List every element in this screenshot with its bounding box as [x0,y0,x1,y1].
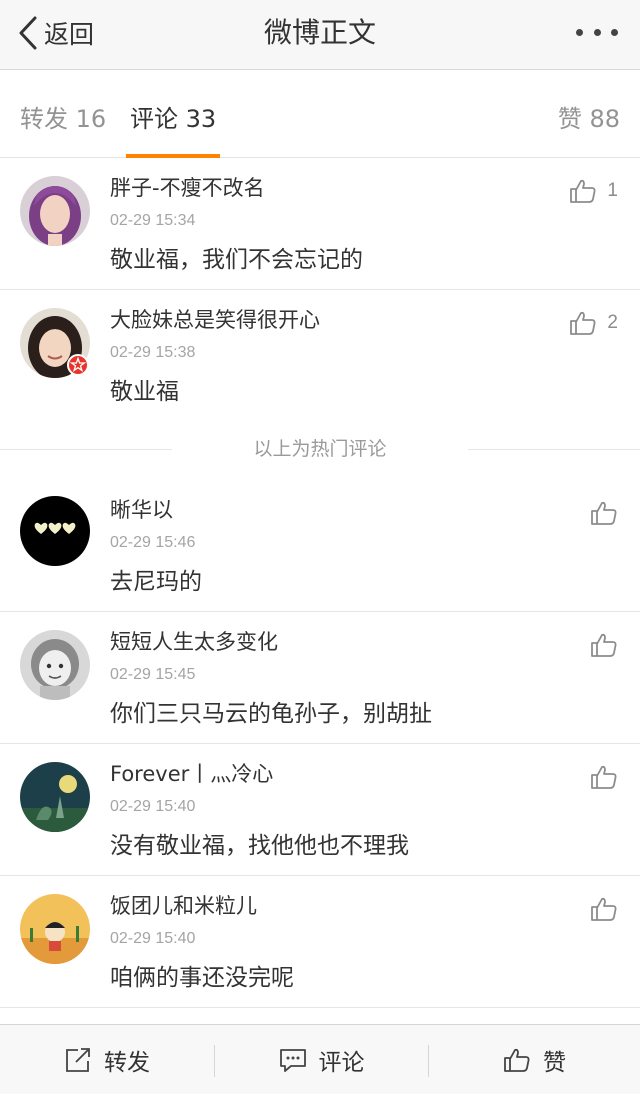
tab-comment[interactable]: 评论 33 [130,103,216,135]
comment-time: 02-29 15:34 [110,212,196,229]
tab-bar: 转发 16 评论 33 赞 88 [0,84,640,158]
comment-button[interactable]: 评论 [215,1025,428,1094]
verified-star-icon [67,354,89,376]
bottom-toolbar: 转发 评论 赞 [0,1024,640,1094]
thumbs-up-icon [591,501,617,525]
comment-item[interactable]: Forever丨灬冷心 02-29 15:40 没有敬业福，找他他也不理我 [0,744,640,876]
avatar[interactable] [20,762,90,832]
avatar[interactable] [20,894,90,964]
like-count: 2 [607,312,618,333]
hot-comments-label: 以上为热门评论 [253,438,387,460]
comment-text: 敬业福 [110,379,179,405]
repost-label: 转发 [104,1050,150,1076]
like-count: 1 [607,180,618,201]
thumbs-up-icon [570,311,596,335]
comment-like-button[interactable]: 1 [569,178,618,204]
top-navbar: 返回 微博正文 [0,0,640,70]
comment-username[interactable]: Forever丨灬冷心 [110,760,273,788]
comment-time: 02-29 15:45 [110,666,196,683]
comment-like-button[interactable] [590,632,618,658]
avatar[interactable] [20,630,90,700]
comment-like-button[interactable]: 2 [569,310,618,336]
comment-username[interactable]: 晰华以 [110,496,173,524]
thumbs-up-icon [591,897,617,921]
share-out-icon [66,1048,90,1072]
comment-item[interactable]: 胖子-不瘦不改名 02-29 15:34 敬业福，我们不会忘记的 1 [0,158,640,290]
thumbs-up-icon [591,765,617,789]
avatar[interactable] [20,496,90,566]
like-button[interactable]: 赞 [429,1025,640,1094]
page-title: 微博正文 [263,16,376,49]
comment-item[interactable]: 晰华以 02-29 15:46 去尼玛的 [0,478,640,612]
comment-like-button[interactable] [590,500,618,526]
thumbs-up-icon [591,633,617,657]
repost-button[interactable]: 转发 [0,1025,214,1094]
more-dots-icon [576,28,583,36]
comment-text: 咱俩的事还没完呢 [110,965,294,991]
avatar[interactable] [20,176,90,246]
comment-username[interactable]: 饭团儿和米粒儿 [110,892,257,920]
comment-item[interactable]: 饭团儿和米粒儿 02-29 15:40 咱俩的事还没完呢 [0,876,640,1008]
hot-comments-divider: 以上为热门评论 [0,430,640,468]
thumbs-up-icon [504,1048,530,1072]
comment-item[interactable]: 短短人生太多变化 02-29 15:45 你们三只马云的龟孙子，别胡扯 [0,612,640,744]
comment-label: 评论 [318,1050,365,1076]
comment-username[interactable]: 大脸妹总是笑得很开心 [110,306,320,334]
tab-repost[interactable]: 转发 16 [20,103,106,135]
comment-time: 02-29 15:38 [110,344,196,361]
comment-text: 没有敬业福，找他他也不理我 [110,833,409,859]
comment-like-button[interactable] [590,896,618,922]
like-label: 赞 [543,1050,566,1076]
comment-item[interactable]: 大脸妹总是笑得很开心 02-29 15:38 敬业福 2 [0,290,640,430]
tab-like[interactable]: 赞 88 [558,103,620,135]
more-button[interactable] [576,22,618,42]
speech-bubble-icon [279,1049,306,1072]
comment-time: 02-29 15:46 [110,534,196,551]
comment-time: 02-29 15:40 [110,798,196,815]
comment-username[interactable]: 胖子-不瘦不改名 [110,174,265,202]
comment-text: 你们三只马云的龟孙子，别胡扯 [110,701,432,727]
comment-username[interactable]: 短短人生太多变化 [110,628,278,656]
comment-time: 02-29 15:40 [110,930,196,947]
comment-text: 去尼玛的 [110,569,202,595]
thumbs-up-icon [570,179,596,203]
comment-like-button[interactable] [590,764,618,790]
comment-text: 敬业福，我们不会忘记的 [110,247,363,273]
